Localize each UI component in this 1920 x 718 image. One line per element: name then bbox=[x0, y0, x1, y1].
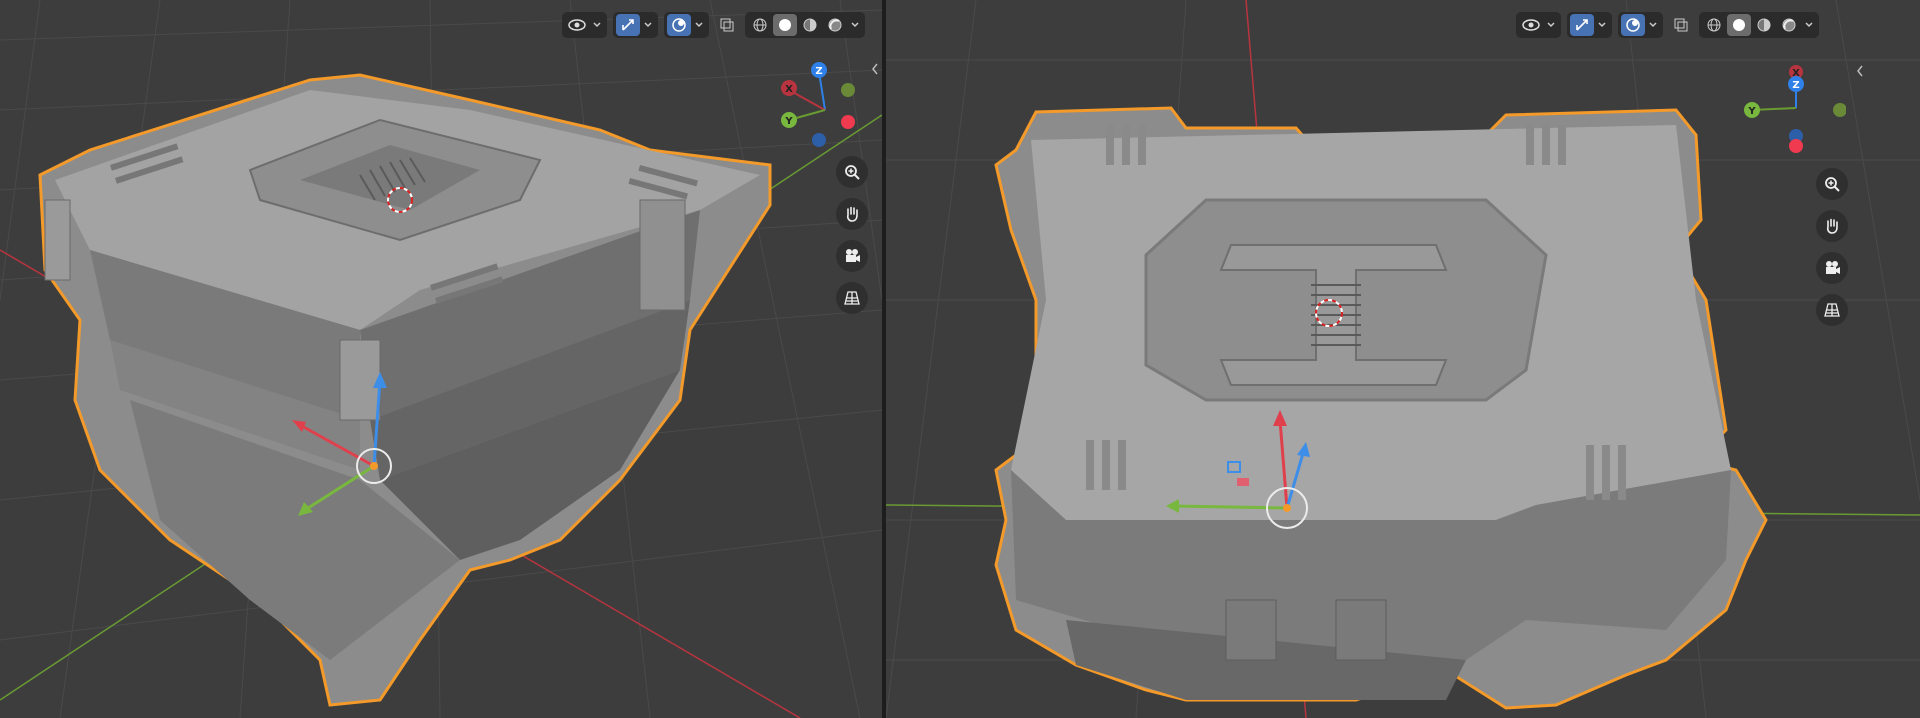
gizmo-icon[interactable] bbox=[616, 14, 640, 36]
visibility-group bbox=[1516, 12, 1561, 38]
viewport-right[interactable]: X Z Y bbox=[886, 0, 1920, 718]
visibility-icon[interactable] bbox=[1519, 14, 1543, 36]
neg-y-axis-handle[interactable] bbox=[1833, 103, 1846, 117]
overlays-icon[interactable] bbox=[1621, 14, 1645, 36]
perspective-grid-icon[interactable] bbox=[836, 282, 868, 314]
y-axis-label: Y bbox=[784, 116, 793, 127]
zoom-icon[interactable] bbox=[1816, 168, 1848, 200]
crate-model-left[interactable] bbox=[38, 73, 772, 707]
wireframe-shading-icon[interactable] bbox=[1702, 14, 1726, 36]
visibility-icon[interactable] bbox=[565, 14, 589, 36]
z-axis-label: Z bbox=[1792, 80, 1799, 91]
material-shading-icon[interactable] bbox=[1752, 14, 1776, 36]
wireframe-shading-icon[interactable] bbox=[748, 14, 772, 36]
rendered-shading-icon[interactable] bbox=[823, 14, 847, 36]
xray-icon[interactable] bbox=[1669, 14, 1693, 36]
axis-navigation-gizmo[interactable]: X Z Y bbox=[1736, 58, 1846, 158]
gizmo-group bbox=[613, 12, 658, 38]
scene-left[interactable] bbox=[0, 0, 882, 718]
neg-x-axis-handle[interactable] bbox=[841, 115, 855, 129]
nav-buttons-right bbox=[1816, 168, 1848, 326]
z-axis-label: Z bbox=[815, 66, 822, 77]
sidebar-toggle-arrow-icon[interactable] bbox=[1855, 64, 1865, 78]
chevron-down-icon[interactable] bbox=[848, 14, 862, 36]
shading-group bbox=[1699, 12, 1819, 38]
pan-hand-icon[interactable] bbox=[836, 198, 868, 230]
chevron-down-icon[interactable] bbox=[1544, 14, 1558, 36]
sidebar-toggle-arrow-icon[interactable] bbox=[870, 62, 880, 76]
material-shading-icon[interactable] bbox=[798, 14, 822, 36]
neg-z-axis-handle[interactable] bbox=[812, 133, 826, 147]
y-axis-label: Y bbox=[1747, 106, 1756, 117]
camera-icon[interactable] bbox=[836, 240, 868, 272]
nav-buttons-left bbox=[836, 156, 868, 314]
chevron-down-icon[interactable] bbox=[1595, 14, 1609, 36]
overlays-group bbox=[1618, 12, 1663, 38]
neg-y-axis-handle[interactable] bbox=[841, 83, 855, 97]
neg-x-axis-handle[interactable] bbox=[1789, 139, 1803, 153]
solid-shading-icon[interactable] bbox=[1727, 14, 1751, 36]
viewport-header-left bbox=[562, 12, 865, 38]
overlays-group bbox=[664, 12, 709, 38]
pan-hand-icon[interactable] bbox=[1816, 210, 1848, 242]
chevron-down-icon[interactable] bbox=[1802, 14, 1816, 36]
gizmo-group bbox=[1567, 12, 1612, 38]
xray-icon[interactable] bbox=[715, 14, 739, 36]
overlays-icon[interactable] bbox=[667, 14, 691, 36]
chevron-down-icon[interactable] bbox=[641, 14, 655, 36]
axis-navigation-gizmo[interactable]: Z X Y bbox=[770, 60, 880, 160]
crate-model-right[interactable] bbox=[994, 106, 1768, 710]
camera-icon[interactable] bbox=[1816, 252, 1848, 284]
x-axis-label: X bbox=[785, 84, 793, 95]
solid-shading-icon[interactable] bbox=[773, 14, 797, 36]
perspective-grid-icon[interactable] bbox=[1816, 294, 1848, 326]
viewport-left[interactable]: Z X Y bbox=[0, 0, 882, 718]
chevron-down-icon[interactable] bbox=[590, 14, 604, 36]
zoom-icon[interactable] bbox=[836, 156, 868, 188]
viewport-header-right bbox=[1516, 12, 1819, 38]
chevron-down-icon[interactable] bbox=[692, 14, 706, 36]
visibility-group bbox=[562, 12, 607, 38]
rendered-shading-icon[interactable] bbox=[1777, 14, 1801, 36]
chevron-down-icon[interactable] bbox=[1646, 14, 1660, 36]
shading-group bbox=[745, 12, 865, 38]
gizmo-icon[interactable] bbox=[1570, 14, 1594, 36]
